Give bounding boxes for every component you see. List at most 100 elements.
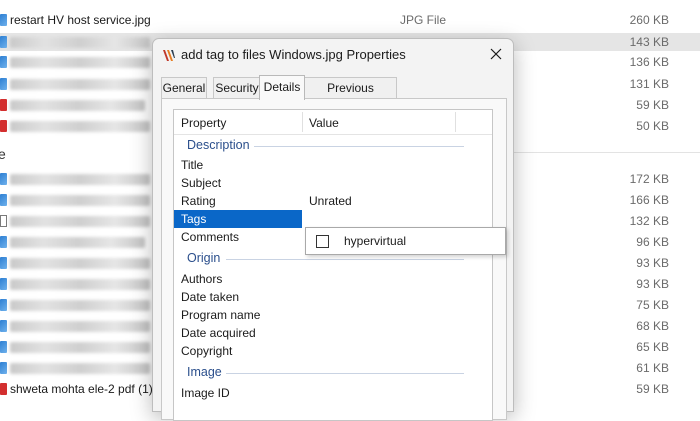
- properties-dialog: add tag to files Windows.jpg Properties …: [152, 38, 514, 421]
- tab-general[interactable]: General: [161, 77, 207, 98]
- file-size: 260 KB: [629, 13, 669, 27]
- blurred-file-name: [10, 300, 150, 311]
- blurred-file-name: [10, 279, 150, 290]
- file-size: 75 KB: [636, 298, 669, 312]
- image-file-icon: [0, 278, 7, 290]
- property-value[interactable]: Unrated: [309, 194, 352, 208]
- image-file-icon: [0, 78, 7, 90]
- property-row-image-id[interactable]: Image ID: [174, 384, 474, 402]
- suggestion-label[interactable]: hypervirtual: [344, 234, 406, 248]
- file-size: 93 KB: [636, 277, 669, 291]
- property-row-rating[interactable]: Rating Unrated: [174, 192, 474, 210]
- image-file-icon: [0, 236, 7, 248]
- image-file-icon: [0, 56, 7, 68]
- file-size: 96 KB: [636, 235, 669, 249]
- property-row-title[interactable]: Title: [174, 156, 474, 174]
- property-name: Title: [181, 158, 204, 172]
- blurred-file-name: [10, 37, 150, 48]
- column-divider[interactable]: [302, 112, 303, 132]
- file-size: 59 KB: [636, 98, 669, 112]
- image-file-icon: [0, 14, 7, 26]
- section-label: Origin: [187, 251, 221, 265]
- property-row-authors[interactable]: Authors: [174, 270, 474, 288]
- file-size: 172 KB: [629, 172, 669, 186]
- property-name: Comments: [181, 230, 240, 244]
- property-name: Date taken: [181, 290, 240, 304]
- property-list: Property Value Description Title Subject…: [173, 109, 493, 421]
- image-file-icon: [0, 173, 7, 185]
- section-image: Image: [174, 364, 474, 382]
- file-name: restart HV host service.jpg: [10, 13, 151, 27]
- blurred-file-name: [10, 79, 150, 90]
- column-header-property[interactable]: Property: [181, 116, 226, 130]
- column-header-value[interactable]: Value: [309, 116, 339, 130]
- blurred-file-name: [10, 342, 150, 353]
- file-size: 93 KB: [636, 256, 669, 270]
- tag-suggestion-dropdown: hypervirtual: [305, 227, 506, 255]
- details-tab-panel: Property Value Description Title Subject…: [161, 98, 507, 421]
- pdf-file-icon: [0, 383, 7, 395]
- blurred-file-name: [10, 321, 150, 332]
- blurred-file-name: [10, 174, 150, 185]
- file-size: 166 KB: [629, 193, 669, 207]
- dialog-title-bar[interactable]: add tag to files Windows.jpg Properties: [153, 39, 513, 73]
- tab-details[interactable]: Details: [259, 75, 305, 100]
- dialog-title: add tag to files Windows.jpg Properties: [181, 47, 406, 62]
- property-list-header: Property Value: [174, 110, 492, 135]
- pdf-file-icon: [0, 120, 7, 132]
- column-divider[interactable]: [455, 112, 456, 132]
- blurred-file-name: [10, 100, 145, 111]
- blurred-file-name: [10, 363, 150, 374]
- tab-security[interactable]: Security: [213, 77, 261, 98]
- image-file-icon: [0, 362, 7, 374]
- file-row[interactable]: restart HV host service.jpg JPG File 260 K…: [0, 11, 700, 29]
- file-size: 68 KB: [636, 319, 669, 333]
- file-type: JPG File: [400, 13, 447, 27]
- section-description: Description: [174, 137, 474, 155]
- property-name: Tags: [181, 212, 207, 226]
- image-file-icon: [0, 194, 7, 206]
- property-row-tags[interactable]: Tags: [174, 210, 302, 228]
- file-size: 61 KB: [636, 361, 669, 375]
- property-name: Subject: [181, 176, 222, 190]
- image-file-icon: [0, 320, 7, 332]
- property-row-date-taken[interactable]: Date taken: [174, 288, 474, 306]
- close-icon: [490, 48, 502, 60]
- property-row-date-acquired[interactable]: Date acquired: [174, 324, 474, 342]
- image-file-icon: [0, 257, 7, 269]
- file-size: 143 KB: [629, 35, 669, 49]
- blurred-file-name: [10, 121, 150, 132]
- property-name: Date acquired: [181, 326, 256, 340]
- blurred-file-name: [10, 195, 150, 206]
- document-file-icon: [0, 215, 7, 227]
- suggestion-checkbox[interactable]: [316, 235, 329, 248]
- tab-previous-versions[interactable]: Previous Versions: [304, 77, 397, 115]
- file-size: 131 KB: [629, 77, 669, 91]
- property-name: Rating: [181, 194, 216, 208]
- file-size: 50 KB: [636, 119, 669, 133]
- group-label: e: [0, 146, 6, 162]
- property-name: Program name: [181, 308, 261, 322]
- image-file-icon: [0, 299, 7, 311]
- blurred-file-name: [10, 237, 145, 248]
- file-size: 65 KB: [636, 340, 669, 354]
- property-row-program-name[interactable]: Program name: [174, 306, 474, 324]
- blurred-file-name: [10, 258, 150, 269]
- property-name: Copyright: [181, 344, 233, 358]
- group-divider: [512, 152, 700, 153]
- file-size: 132 KB: [629, 214, 669, 228]
- file-size: 136 KB: [629, 55, 669, 69]
- blurred-file-name: [10, 57, 150, 68]
- image-file-icon: [0, 36, 7, 48]
- section-divider: [226, 259, 464, 260]
- property-name: Authors: [181, 272, 223, 286]
- pdf-file-icon: [0, 99, 7, 111]
- blurred-file-name: [10, 216, 150, 227]
- section-divider: [254, 146, 464, 147]
- property-row-subject[interactable]: Subject: [174, 174, 474, 192]
- image-file-icon: [0, 341, 7, 353]
- section-divider: [226, 373, 464, 374]
- properties-app-icon: [162, 47, 178, 63]
- close-button[interactable]: [479, 39, 513, 69]
- property-row-copyright[interactable]: Copyright: [174, 342, 474, 360]
